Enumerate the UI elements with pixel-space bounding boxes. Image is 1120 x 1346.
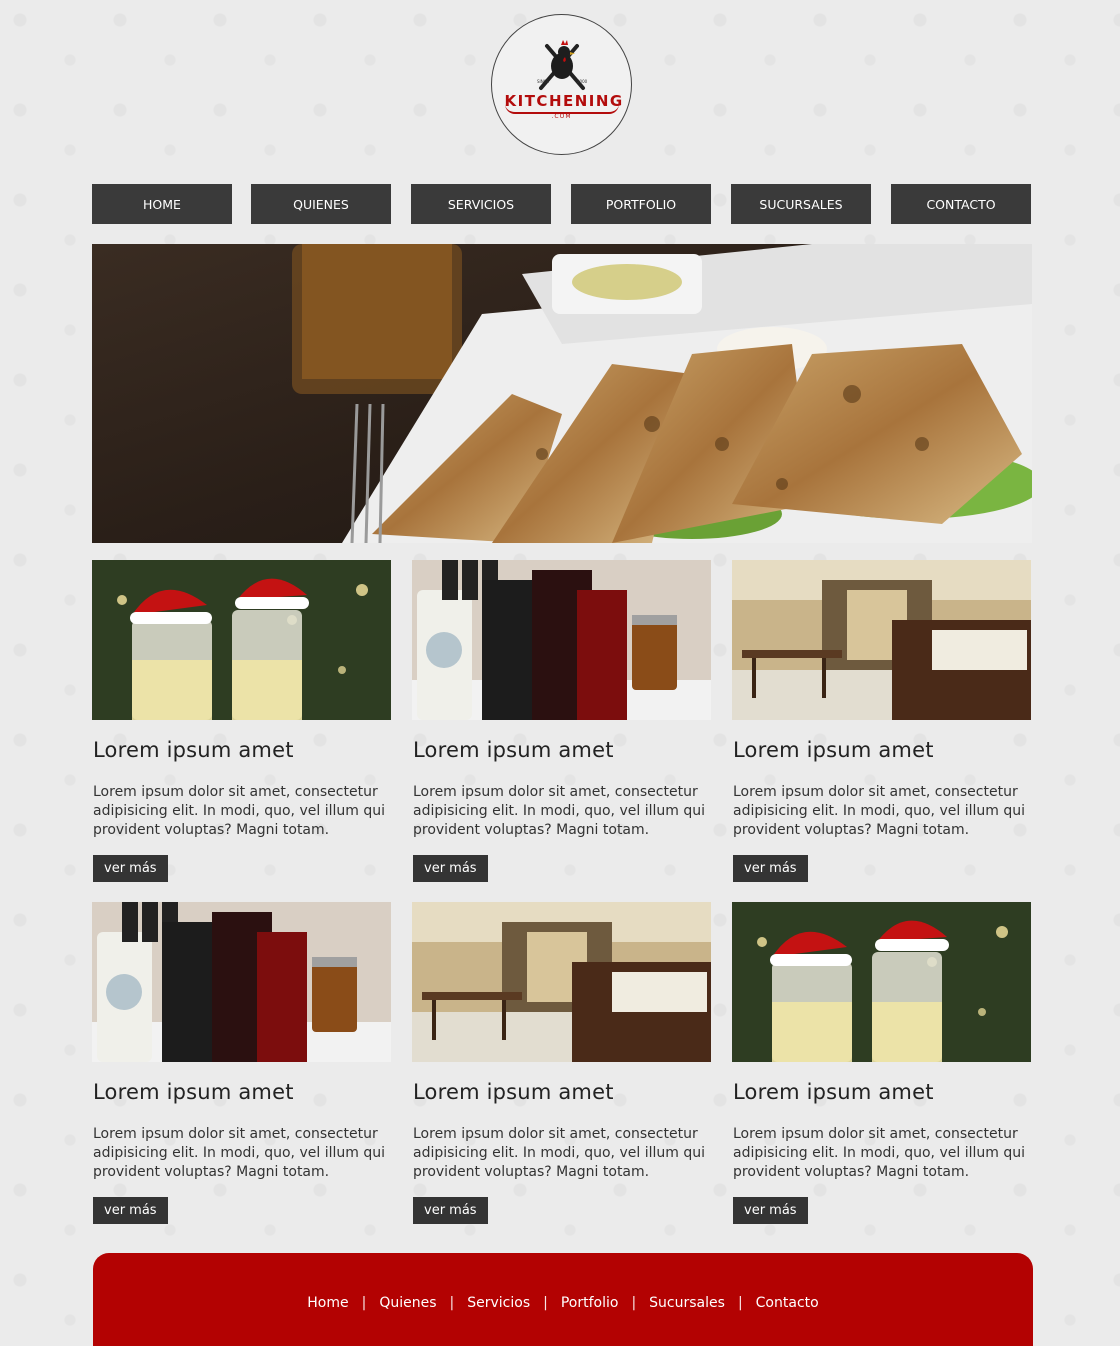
ver-mas-button[interactable]: ver más	[413, 855, 488, 882]
nav-servicios[interactable]: SERVICIOS	[411, 184, 551, 224]
ver-mas-button[interactable]: ver más	[733, 1197, 808, 1224]
hero-image	[92, 244, 1032, 543]
card-title: Lorem ipsum amet	[733, 1080, 934, 1104]
card-2: Lorem ipsum amet Lorem ipsum dolor sit a…	[412, 560, 711, 890]
card-6: Lorem ipsum amet Lorem ipsum dolor sit a…	[732, 902, 1031, 1232]
ver-mas-button[interactable]: ver más	[93, 855, 168, 882]
card-image-champagne[interactable]	[732, 902, 1031, 1062]
hero-food-photo	[92, 244, 1032, 543]
card-5: Lorem ipsum amet Lorem ipsum dolor sit a…	[412, 902, 711, 1232]
card-image-champagne[interactable]	[92, 560, 391, 720]
card-text: Lorem ipsum dolor sit amet, consectetur …	[413, 1126, 705, 1180]
card-title: Lorem ipsum amet	[733, 738, 934, 762]
card-image-restaurant[interactable]	[732, 560, 1031, 720]
footer-link-home[interactable]: Home	[294, 1295, 361, 1311]
card-text: Lorem ipsum dolor sit amet, consectetur …	[93, 784, 385, 838]
card-text: Lorem ipsum dolor sit amet, consectetur …	[93, 1126, 385, 1180]
footer-link-quienes[interactable]: Quienes	[366, 1295, 449, 1311]
nav-sucursales[interactable]: SUCURSALES	[731, 184, 871, 224]
footer-separator: |	[543, 1295, 548, 1311]
nav-contacto[interactable]: CONTACTO	[891, 184, 1031, 224]
footer-separator: |	[361, 1295, 367, 1311]
main-navigation: HOME QUIENES SERVICIOS PORTFOLIO SUCURSA…	[92, 184, 1032, 224]
logo-since: SINCE	[537, 79, 550, 84]
card-title: Lorem ipsum amet	[413, 1080, 614, 1104]
footer-link-sucursales[interactable]: Sucursales	[636, 1295, 738, 1311]
footer-link-portfolio[interactable]: Portfolio	[548, 1295, 632, 1311]
footer-separator: |	[737, 1295, 743, 1311]
card-title: Lorem ipsum amet	[413, 738, 614, 762]
nav-home[interactable]: HOME	[92, 184, 232, 224]
footer-separator: |	[631, 1295, 637, 1311]
card-4: Lorem ipsum amet Lorem ipsum dolor sit a…	[92, 902, 391, 1232]
card-image-products[interactable]	[92, 902, 391, 1062]
logo-sub: .COM	[551, 112, 572, 120]
ver-mas-button[interactable]: ver más	[733, 855, 808, 882]
card-3: Lorem ipsum amet Lorem ipsum dolor sit a…	[732, 560, 1031, 890]
footer-link-servicios[interactable]: Servicios	[454, 1295, 543, 1311]
ver-mas-button[interactable]: ver más	[413, 1197, 488, 1224]
footer-navigation: Home | Quienes | Servicios | Portfolio |…	[93, 1295, 1033, 1311]
chicken-knives-icon: SINCE 2000	[537, 39, 588, 90]
card-title: Lorem ipsum amet	[93, 738, 294, 762]
card-1: Lorem ipsum amet Lorem ipsum dolor sit a…	[92, 560, 391, 890]
logo-year: 2000	[577, 79, 588, 84]
site-footer: Home | Quienes | Servicios | Portfolio |…	[93, 1253, 1033, 1346]
card-text: Lorem ipsum dolor sit amet, consectetur …	[733, 784, 1025, 838]
site-logo[interactable]: SINCE 2000 KITCHENING .COM	[491, 14, 632, 155]
nav-quienes[interactable]: QUIENES	[251, 184, 391, 224]
footer-separator: |	[449, 1295, 455, 1311]
card-text: Lorem ipsum dolor sit amet, consectetur …	[733, 1126, 1025, 1180]
card-image-products[interactable]	[412, 560, 711, 720]
footer-link-contacto[interactable]: Contacto	[743, 1295, 832, 1311]
card-title: Lorem ipsum amet	[93, 1080, 294, 1104]
card-image-restaurant[interactable]	[412, 902, 711, 1062]
nav-portfolio[interactable]: PORTFOLIO	[571, 184, 711, 224]
card-text: Lorem ipsum dolor sit amet, consectetur …	[413, 784, 705, 838]
ver-mas-button[interactable]: ver más	[93, 1197, 168, 1224]
